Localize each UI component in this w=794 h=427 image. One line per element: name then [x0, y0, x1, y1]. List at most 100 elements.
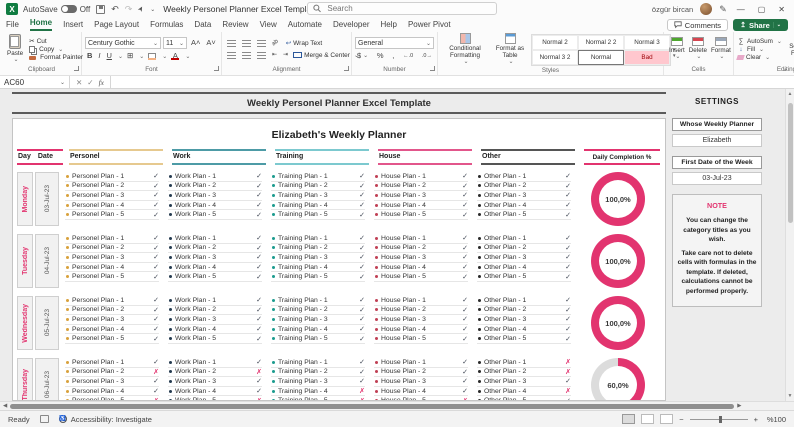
conditional-formatting-button[interactable]: Conditional Formatting ⌄	[441, 33, 489, 66]
tab-power-pivot[interactable]: Power Pivot	[408, 20, 451, 31]
number-dialog-launcher[interactable]	[430, 66, 435, 71]
check-icon[interactable]: ✓	[565, 191, 571, 199]
insert-cells-button[interactable]: Insert ⌄	[667, 36, 687, 61]
tab-insert[interactable]: Insert	[63, 20, 83, 31]
comments-button[interactable]: Comments	[666, 19, 729, 31]
plan-row[interactable]: Work Plan - 5 ✓	[168, 334, 262, 344]
plan-row[interactable]: Training Plan - 4 ✗	[271, 387, 365, 397]
check-icon[interactable]: ✓	[153, 263, 159, 271]
check-icon[interactable]: ✓	[256, 172, 262, 180]
check-icon[interactable]: ✓	[256, 296, 262, 304]
plan-row[interactable]: Training Plan - 5 ✓	[271, 272, 365, 282]
check-icon[interactable]: ✓	[359, 273, 365, 281]
plan-row[interactable]: Other Plan - 5 ✓	[477, 210, 571, 220]
plan-row[interactable]: Personel Plan - 2 ✗	[65, 368, 159, 378]
edit-pencil-icon[interactable]: ✎	[719, 4, 727, 15]
plan-row[interactable]: Other Plan - 2 ✓	[477, 244, 571, 254]
wrap-text-button[interactable]: ↩ Wrap Text	[286, 39, 322, 48]
check-icon[interactable]: ✓	[565, 253, 571, 261]
sort-filter-button[interactable]: ⇅ Sort & Filter⌄	[782, 34, 794, 65]
check-icon[interactable]: ✓	[256, 387, 262, 395]
minimize-button[interactable]: —	[734, 5, 748, 14]
style-normal[interactable]: Normal	[578, 49, 624, 65]
check-icon[interactable]: ✓	[256, 335, 262, 343]
autosave-toggle[interactable]: AutoSave Off	[23, 5, 90, 14]
cross-icon[interactable]: ✗	[256, 397, 262, 400]
name-box[interactable]: AC60 ⌄	[0, 76, 70, 88]
tab-page-layout[interactable]: Page Layout	[94, 20, 139, 31]
save-icon[interactable]	[96, 4, 106, 14]
plan-row[interactable]: Personel Plan - 3 ✓	[65, 253, 159, 263]
check-icon[interactable]: ✓	[462, 335, 468, 343]
plan-row[interactable]: Training Plan - 3 ✓	[271, 253, 365, 263]
plan-row[interactable]: Work Plan - 1 ✓	[168, 172, 262, 182]
normal-view-button[interactable]	[622, 414, 636, 424]
user-avatar[interactable]	[700, 3, 713, 15]
plan-row[interactable]: Personel Plan - 5 ✓	[65, 334, 159, 344]
check-icon[interactable]: ✓	[462, 387, 468, 395]
align-right-icon[interactable]	[255, 51, 268, 59]
plan-row[interactable]: Personel Plan - 1 ✓	[65, 296, 159, 306]
check-icon[interactable]: ✓	[565, 244, 571, 252]
check-icon[interactable]: ✓	[256, 325, 262, 333]
plan-row[interactable]: Work Plan - 3 ✓	[168, 191, 262, 201]
check-icon[interactable]: ✓	[565, 172, 571, 180]
clipboard-dialog-launcher[interactable]	[74, 66, 79, 71]
plan-row[interactable]: Training Plan - 2 ✓	[271, 182, 365, 192]
plan-row[interactable]: Work Plan - 2 ✓	[168, 244, 262, 254]
plan-row[interactable]: Personel Plan - 5 ✓	[65, 210, 159, 220]
confirm-entry-icon[interactable]: ✓	[87, 78, 93, 87]
plan-row[interactable]: Other Plan - 1 ✓	[477, 296, 571, 306]
increase-decimal-icon[interactable]: ←.0	[401, 51, 415, 61]
check-icon[interactable]: ✓	[153, 377, 159, 385]
plan-row[interactable]: Personel Plan - 2 ✓	[65, 244, 159, 254]
check-icon[interactable]: ✓	[256, 315, 262, 323]
plan-row[interactable]: Work Plan - 4 ✓	[168, 387, 262, 397]
check-icon[interactable]: ✓	[359, 315, 365, 323]
plan-row[interactable]: House Plan - 1 ✓	[374, 358, 468, 368]
align-bottom-icon[interactable]	[255, 39, 268, 47]
plan-row[interactable]: Other Plan - 1 ✗	[477, 358, 571, 368]
clear-button[interactable]: Clear ⌄	[736, 54, 782, 61]
plan-row[interactable]: Personel Plan - 4 ✓	[65, 325, 159, 335]
excel-app-icon[interactable]: X	[6, 3, 18, 15]
check-icon[interactable]: ✓	[359, 325, 365, 333]
check-icon[interactable]: ✓	[256, 358, 262, 366]
plan-row[interactable]: Training Plan - 5 ✗	[271, 396, 365, 400]
check-icon[interactable]: ✓	[153, 306, 159, 314]
tab-home[interactable]: Home	[29, 18, 53, 31]
check-icon[interactable]: ✓	[462, 191, 468, 199]
plan-row[interactable]: Training Plan - 4 ✓	[271, 201, 365, 211]
check-icon[interactable]: ✓	[256, 263, 262, 271]
plan-row[interactable]: Other Plan - 4 ✗	[477, 387, 571, 397]
plan-row[interactable]: Other Plan - 4 ✓	[477, 325, 571, 335]
first-date-value[interactable]: 03-Jul-23	[672, 172, 762, 185]
plan-row[interactable]: Personel Plan - 4 ✓	[65, 263, 159, 273]
plan-row[interactable]: Work Plan - 3 ✓	[168, 315, 262, 325]
touch-mode-icon[interactable]: ➤	[136, 4, 146, 14]
check-icon[interactable]: ✓	[256, 211, 262, 219]
check-icon[interactable]: ✓	[462, 368, 468, 376]
check-icon[interactable]: ✓	[462, 377, 468, 385]
check-icon[interactable]: ✓	[359, 368, 365, 376]
check-icon[interactable]: ✓	[256, 234, 262, 242]
cross-icon[interactable]: ✗	[359, 397, 365, 400]
check-icon[interactable]: ✓	[153, 191, 159, 199]
check-icon[interactable]: ✓	[565, 315, 571, 323]
plan-row[interactable]: House Plan - 4 ✓	[374, 201, 468, 211]
check-icon[interactable]: ✓	[256, 273, 262, 281]
plan-row[interactable]: Training Plan - 1 ✓	[271, 358, 365, 368]
plan-row[interactable]: Work Plan - 2 ✓	[168, 182, 262, 192]
plan-row[interactable]: Work Plan - 3 ✓	[168, 377, 262, 387]
format-painter-button[interactable]: Format Painter	[29, 54, 83, 61]
plan-row[interactable]: Other Plan - 2 ✗	[477, 368, 571, 378]
share-button[interactable]: ↥ Share ⌄	[733, 19, 788, 31]
check-icon[interactable]: ✓	[359, 253, 365, 261]
plan-row[interactable]: Work Plan - 5 ✓	[168, 210, 262, 220]
plan-row[interactable]: Work Plan - 4 ✓	[168, 325, 262, 335]
plan-row[interactable]: House Plan - 1 ✓	[374, 234, 468, 244]
plan-row[interactable]: Training Plan - 3 ✓	[271, 191, 365, 201]
number-format-select[interactable]: General ⌄	[355, 37, 434, 49]
underline-button[interactable]: U	[105, 51, 114, 61]
check-icon[interactable]: ✓	[256, 253, 262, 261]
